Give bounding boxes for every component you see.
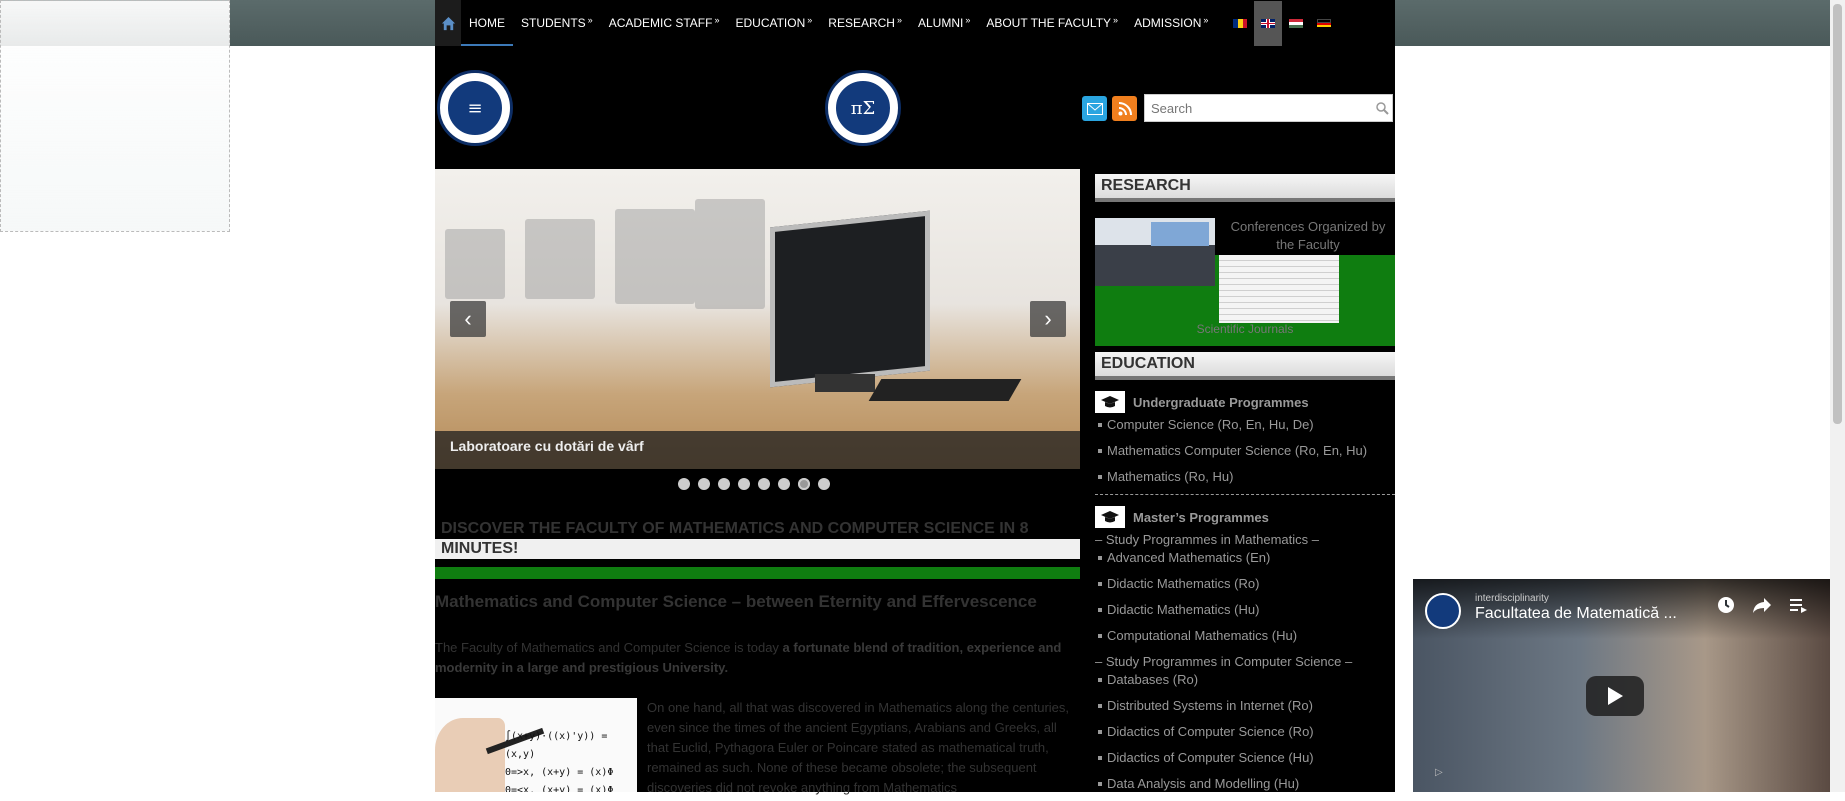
faculty-logo-emblem: πΣ — [834, 79, 892, 137]
scrollbar-thumb[interactable] — [1833, 4, 1842, 424]
nav-alumni[interactable]: ALUMNI» — [910, 0, 978, 46]
research-slider: Conferences Organized by the Faculty Sci… — [1095, 218, 1395, 346]
video-channel-name: interdisciplinarity — [1475, 593, 1549, 604]
divider — [1095, 494, 1395, 495]
undergrad-category: Undergraduate Programmes — [1095, 390, 1395, 414]
share-icon[interactable] — [1751, 595, 1773, 617]
program-link[interactable]: Didactics of Computer Science (Hu) — [1095, 749, 1395, 775]
program-link[interactable]: Didactic Mathematics (Ro) — [1095, 575, 1395, 601]
channel-avatar[interactable] — [1425, 593, 1461, 629]
slider-next-button[interactable]: › — [1030, 301, 1066, 337]
nav-about-faculty[interactable]: ABOUT THE FACULTY» — [978, 0, 1126, 46]
video-title[interactable]: Facultatea de Matematică ... — [1475, 605, 1677, 623]
rss-icon[interactable] — [1112, 96, 1137, 121]
slide-caption: Laboratoare cu dotări de vârf — [435, 431, 1080, 469]
masters-math-heading: – Study Programmes in Mathematics – — [1095, 532, 1319, 547]
play-button[interactable] — [1586, 676, 1644, 716]
article-title: Mathematics and Computer Science – betwe… — [435, 592, 1037, 611]
nav-academic-staff[interactable]: ACADEMIC STAFF» — [601, 0, 728, 46]
program-link[interactable]: Didactic Mathematics (Hu) — [1095, 601, 1395, 627]
university-logo-emblem: ≡ — [446, 79, 504, 137]
research-heading: RESEARCH — [1095, 174, 1395, 202]
placeholder-frame — [0, 0, 230, 232]
slider-dot[interactable] — [738, 478, 750, 490]
research-item-conferences[interactable]: Conferences Organized by the Faculty — [1223, 218, 1393, 254]
education-heading: EDUCATION — [1095, 352, 1395, 380]
nav-research[interactable]: RESEARCH» — [820, 0, 910, 46]
program-link[interactable]: Computer Science (Ro, En, Hu, De) — [1095, 416, 1395, 442]
slider-dot[interactable] — [818, 478, 830, 490]
youtube-logo-icon[interactable]: ▷ — [1435, 767, 1443, 778]
flag-en-icon[interactable] — [1254, 0, 1283, 46]
program-link[interactable]: Distributed Systems in Internet (Ro) — [1095, 697, 1395, 723]
slide-monitor-image — [770, 210, 930, 388]
program-link[interactable]: Didactics of Computer Science (Ro) — [1095, 723, 1395, 749]
nav-admission[interactable]: ADMISSION» — [1126, 0, 1216, 46]
journal-thumbnail[interactable] — [1219, 255, 1339, 323]
masters-cs-heading: – Study Programmes in Computer Science – — [1095, 654, 1353, 669]
education-list: Undergraduate Programmes Computer Scienc… — [1095, 390, 1395, 801]
play-icon — [1608, 687, 1623, 705]
graduation-cap-icon — [1095, 391, 1125, 413]
program-link[interactable]: Advanced Mathematics (En) — [1095, 549, 1395, 575]
slider-dot[interactable] — [698, 478, 710, 490]
slider-pagination — [678, 478, 838, 490]
program-link[interactable]: Databases (Ro) — [1095, 671, 1395, 697]
green-divider — [435, 567, 1080, 579]
playlist-icon[interactable] — [1787, 595, 1809, 617]
flag-hu-icon[interactable] — [1289, 18, 1304, 28]
research-item-journals[interactable]: Scientific Journals — [1095, 322, 1395, 336]
site-container: HOME STUDENTS» ACADEMIC STAFF» EDUCATION… — [435, 0, 1395, 795]
main-nav: HOME STUDENTS» ACADEMIC STAFF» EDUCATION… — [435, 0, 1395, 46]
language-switcher — [1226, 0, 1338, 46]
image-slider: ‹ › Laboratoare cu dotări de vârf — [435, 169, 1080, 469]
program-link[interactable]: Mathematics (Ro, Hu) — [1095, 468, 1395, 494]
search-box — [1144, 94, 1393, 122]
flag-de-icon[interactable] — [1317, 18, 1332, 28]
nav-home[interactable]: HOME — [461, 0, 513, 46]
slider-dot[interactable] — [778, 478, 790, 490]
slider-dot[interactable] — [678, 478, 690, 490]
nav-students[interactable]: STUDENTS» — [513, 0, 601, 46]
home-icon[interactable] — [435, 0, 461, 46]
conference-thumbnail[interactable] — [1095, 218, 1215, 286]
program-link[interactable]: Mathematics Computer Science (Ro, En, Hu… — [1095, 442, 1395, 468]
graduation-cap-icon — [1095, 506, 1125, 528]
flag-ro-icon[interactable] — [1233, 18, 1248, 28]
article-body: On one hand, all that was discovered in … — [647, 700, 1070, 795]
program-link[interactable]: Computational Mathematics (Hu) — [1095, 627, 1395, 653]
program-link[interactable]: Data Analysis and Modelling (Hu) — [1095, 775, 1395, 801]
nav-education[interactable]: EDUCATION» — [727, 0, 820, 46]
search-input[interactable] — [1145, 99, 1373, 117]
discover-heading: DISCOVER THE FACULTY OF MATHEMATICS AND … — [435, 519, 1080, 559]
watch-later-icon[interactable] — [1715, 595, 1737, 617]
slider-prev-button[interactable]: ‹ — [450, 301, 486, 337]
faculty-logo[interactable]: πΣ — [825, 70, 901, 146]
video-embed[interactable]: interdisciplinarity Facultatea de Matema… — [1413, 579, 1830, 792]
page-scrollbar[interactable] — [1830, 0, 1845, 792]
article-intro: The Faculty of Mathematics and Computer … — [435, 640, 1062, 675]
masters-category: Master’s Programmes — [1095, 505, 1395, 529]
slider-dot[interactable] — [718, 478, 730, 490]
email-icon[interactable] — [1082, 96, 1107, 121]
university-logo[interactable]: ≡ — [437, 70, 513, 146]
search-icon[interactable] — [1375, 101, 1389, 115]
slider-dot[interactable] — [758, 478, 770, 490]
math-formula-image: ∫(x+y)·((x)'y)) = (x,y) 0=>x, (x+y) = (x)… — [435, 698, 637, 792]
slider-dot-active[interactable] — [798, 478, 810, 490]
